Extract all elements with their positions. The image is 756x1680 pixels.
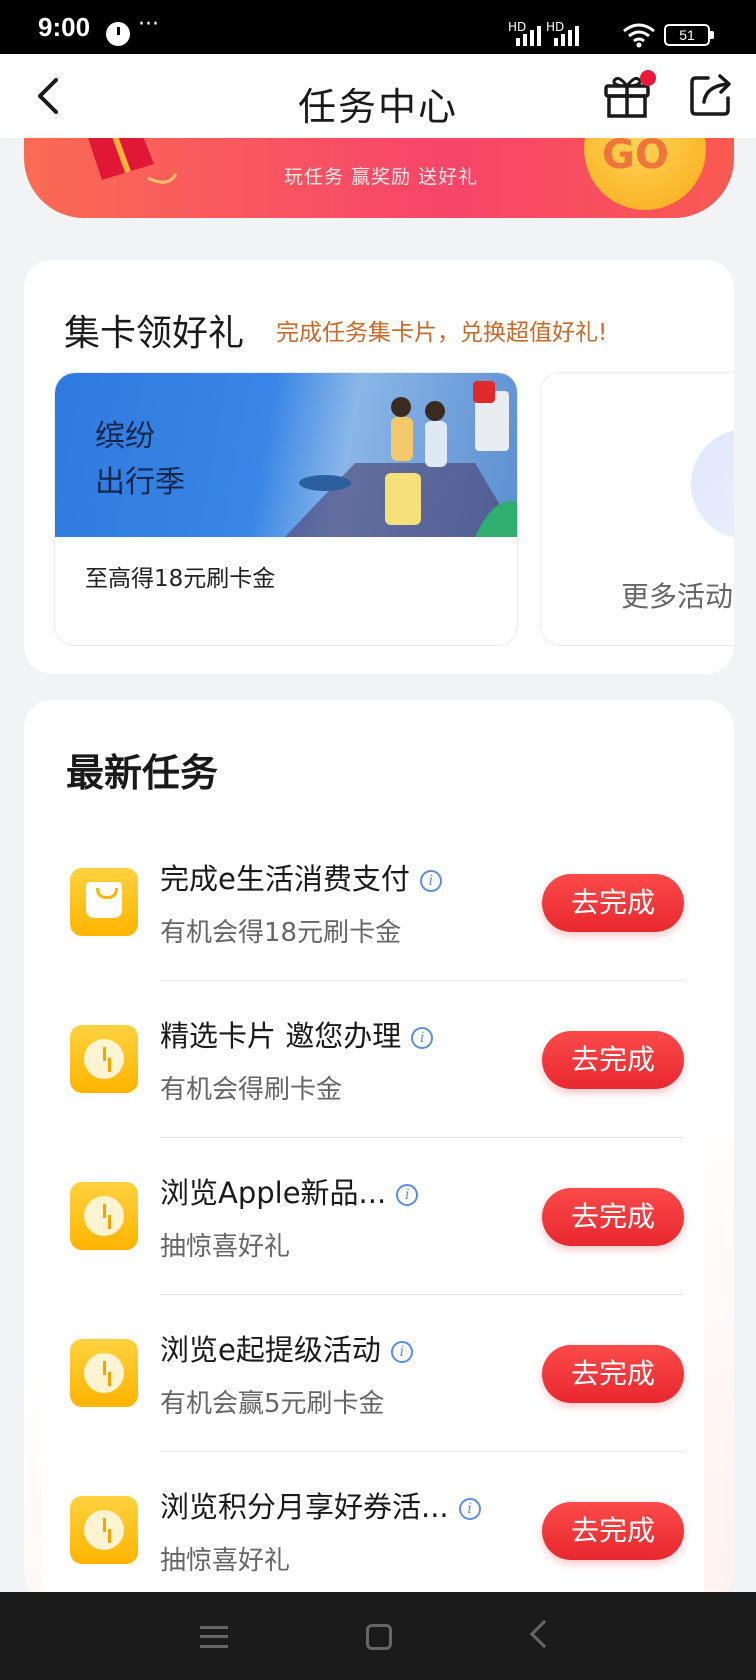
clock-icon (70, 1496, 138, 1564)
activity-title-line1: 缤纷 (95, 419, 155, 454)
top-navigation-bar: 任务中心 (0, 54, 756, 138)
task-name: 完成e生活消费支付 (160, 862, 410, 896)
notification-dot (640, 70, 656, 86)
info-icon[interactable]: i (396, 1184, 419, 1206)
signal-icon-2 (554, 26, 579, 46)
more-notifications-icon: ··· (138, 12, 159, 37)
status-bar: 9:00 ··· HD HD 51 (0, 0, 756, 54)
shopping-bag-icon (70, 868, 138, 936)
info-icon[interactable]: i (458, 1498, 481, 1520)
activity-description: 至高得18元刷卡金 (85, 566, 276, 592)
task-reward: 有机会得刷卡金 (160, 1075, 343, 1105)
home-icon[interactable] (366, 1624, 392, 1650)
task-row: 浏览积分月享好券活... i 抽惊喜好礼 去完成 (42, 1452, 704, 1609)
go-complete-button[interactable]: 去完成 (542, 1345, 684, 1403)
status-time: 9:00 (38, 12, 91, 42)
more-activities-label: 更多活动 (621, 580, 734, 613)
info-icon[interactable]: i (411, 1027, 434, 1049)
task-row: 完成e生活消费支付 i 有机会得18元刷卡金 去完成 (42, 824, 704, 981)
clock-icon (70, 1182, 138, 1250)
system-navigation-bar (0, 1592, 756, 1680)
menu-icon[interactable] (200, 1626, 228, 1648)
clock-icon (70, 1025, 138, 1093)
task-row: 浏览Apple新品... i 抽惊喜好礼 去完成 (42, 1138, 704, 1295)
go-complete-button[interactable]: 去完成 (542, 1188, 684, 1246)
task-name: 浏览e起提级活动 (160, 1333, 381, 1367)
task-reward: 有机会得18元刷卡金 (160, 918, 402, 948)
task-name: 浏览积分月享好券活... (160, 1490, 449, 1524)
card-collection-section: 集卡领好礼 完成任务集卡片，兑换超值好礼! 缤纷 出行季 至高得18元刷卡金 更… (24, 260, 734, 674)
task-name-wrapper: 浏览e起提级活动 i (160, 1327, 413, 1369)
task-reward: 有机会赢5元刷卡金 (160, 1389, 385, 1419)
more-activities-card[interactable]: 更多活动 (540, 372, 734, 646)
card-collection-title: 集卡领好礼 (64, 313, 245, 354)
clock-icon (70, 1339, 138, 1407)
go-label: GO (602, 138, 669, 178)
system-back-icon[interactable] (529, 1619, 559, 1649)
travel-illustration (285, 381, 517, 537)
info-icon[interactable]: i (390, 1341, 413, 1363)
banner-subtitle: 玩任务 赢奖励 送好礼 (284, 166, 479, 188)
go-complete-button[interactable]: 去完成 (542, 874, 684, 932)
clock-app-icon (106, 22, 130, 46)
activity-banner-image: 缤纷 出行季 (55, 373, 517, 537)
task-row: 精选卡片 邀您办理 i 有机会得刷卡金 去完成 (42, 981, 704, 1138)
task-name-wrapper: 完成e生活消费支付 i (160, 856, 442, 898)
more-activities-illustration (691, 429, 734, 539)
go-complete-button[interactable]: 去完成 (542, 1031, 684, 1089)
latest-tasks-section: 最新任务 完成e生活消费支付 i 有机会得18元刷卡金 去完成 精选卡片 邀您办理… (24, 700, 734, 1609)
latest-tasks-title: 最新任务 (66, 751, 219, 795)
share-icon[interactable] (688, 72, 734, 118)
activity-card[interactable]: 缤纷 出行季 至高得18元刷卡金 (54, 372, 518, 646)
info-icon[interactable]: i (419, 870, 442, 892)
go-button[interactable]: GO (584, 138, 706, 210)
task-name-wrapper: 浏览积分月享好券活... i (160, 1484, 481, 1526)
task-name: 浏览Apple新品... (160, 1176, 387, 1210)
activity-title-line2: 出行季 (95, 465, 185, 500)
gift-button[interactable] (600, 68, 656, 122)
wifi-icon (623, 23, 655, 48)
card-collection-slogan: 完成任务集卡片，兑换超值好礼! (276, 320, 608, 346)
promo-banner[interactable]: 玩任务 赢奖励 送好礼 GO (24, 138, 734, 218)
battery-icon: 51 (664, 24, 714, 46)
task-reward: 抽惊喜好礼 (160, 1546, 291, 1576)
task-reward: 抽惊喜好礼 (160, 1232, 291, 1262)
task-name-wrapper: 精选卡片 邀您办理 i (160, 1013, 434, 1055)
task-row: 浏览e起提级活动 i 有机会赢5元刷卡金 去完成 (42, 1295, 704, 1452)
task-name: 精选卡片 邀您办理 (160, 1019, 402, 1053)
gift-box-illustration (88, 138, 178, 184)
task-list: 完成e生活消费支付 i 有机会得18元刷卡金 去完成 精选卡片 邀您办理 i 有机会… (42, 824, 704, 1609)
signal-icon-1 (516, 26, 541, 46)
task-name-wrapper: 浏览Apple新品... i (160, 1170, 419, 1212)
go-complete-button[interactable]: 去完成 (542, 1502, 684, 1560)
